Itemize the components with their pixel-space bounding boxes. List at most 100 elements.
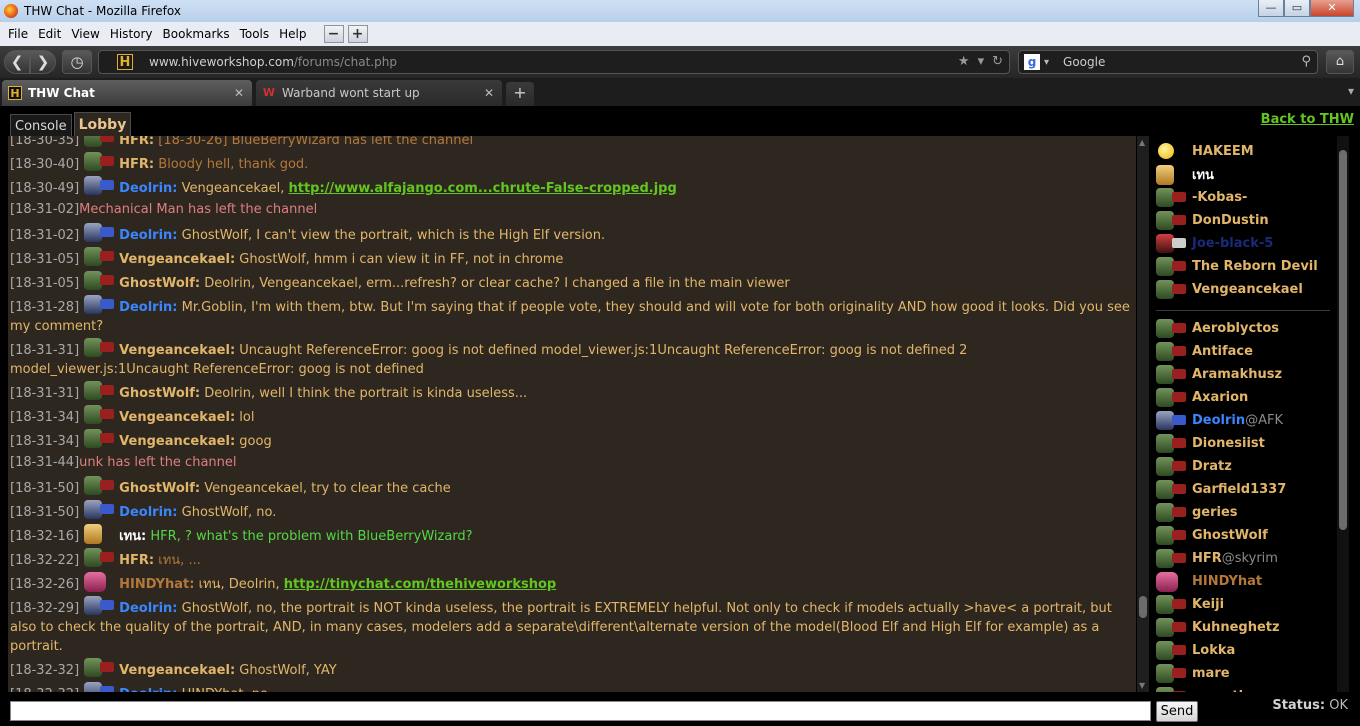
bookmark-star-icon[interactable]: ★ xyxy=(958,54,970,69)
message-username[interactable]: Vengeancekael: xyxy=(119,343,235,358)
chat-message-input[interactable] xyxy=(10,701,1151,721)
user-list-item[interactable]: HFR @skyrim xyxy=(1150,547,1336,570)
message-username[interactable]: เทน: xyxy=(119,529,146,544)
message-username[interactable]: HFR: xyxy=(119,553,154,568)
minimize-button[interactable]: — xyxy=(1258,0,1284,17)
user-list-item[interactable]: Keiji xyxy=(1150,593,1336,616)
orc-avatar-icon xyxy=(1154,525,1188,546)
message-timestamp: [18-32-16] xyxy=(10,529,80,544)
user-list-item[interactable]: Garfield1337 xyxy=(1150,478,1336,501)
user-list-item[interactable]: The Reborn Devil xyxy=(1150,255,1336,278)
forward-button[interactable]: ❯ xyxy=(30,50,56,74)
user-list-item[interactable]: เทน xyxy=(1150,163,1336,186)
user-list-item[interactable]: Deolrin @AFK xyxy=(1150,409,1336,432)
menu-help[interactable]: Help xyxy=(274,27,311,41)
search-icon[interactable]: ⚲ xyxy=(1301,54,1311,69)
menu-view[interactable]: View xyxy=(66,27,104,41)
url-text[interactable]: www.hiveworkshop.com/forums/chat.php xyxy=(149,55,397,69)
send-button[interactable]: Send xyxy=(1156,701,1198,722)
chat-scroll-thumb[interactable] xyxy=(1139,596,1147,618)
user-list-item[interactable]: DonDustin xyxy=(1150,209,1336,232)
user-list-item[interactable]: meneth xyxy=(1150,685,1336,692)
message-text: HFR, ? what's the problem with BlueBerry… xyxy=(150,529,473,544)
user-list-item[interactable]: Kuhneghetz xyxy=(1150,616,1336,639)
menu-bookmarks[interactable]: Bookmarks xyxy=(158,27,235,41)
menu-tools[interactable]: Tools xyxy=(235,27,275,41)
user-list-item[interactable]: Dionesiist xyxy=(1150,432,1336,455)
close-tab-icon[interactable]: ✕ xyxy=(484,86,494,100)
user-list-item[interactable]: Antiface xyxy=(1150,340,1336,363)
message-username[interactable]: HFR: xyxy=(119,136,154,148)
user-list-item[interactable]: geries xyxy=(1150,501,1336,524)
google-icon[interactable]: g xyxy=(1024,54,1040,70)
orc-avatar-icon xyxy=(1154,256,1188,277)
back-to-thw-link[interactable]: Back to THW xyxy=(1261,112,1354,127)
message-username[interactable]: Deolrin: xyxy=(119,228,177,243)
user-list-item[interactable]: -Kobas- xyxy=(1150,186,1336,209)
orc-avatar-icon xyxy=(82,658,116,678)
history-button[interactable]: ◷ xyxy=(62,50,92,74)
message-username[interactable]: Deolrin: xyxy=(119,687,177,692)
user-list-item[interactable]: Joe-black-5 xyxy=(1150,232,1336,255)
message-username[interactable]: HFR: xyxy=(119,157,154,172)
close-button[interactable]: ✕ xyxy=(1310,0,1354,17)
system-text: unk has left the channel xyxy=(79,455,237,470)
message-username[interactable]: Deolrin: xyxy=(119,505,177,520)
search-bar[interactable]: g ▾ Google ⚲ xyxy=(1018,50,1318,74)
zoom-in-button[interactable]: + xyxy=(347,25,368,43)
orc-avatar-icon xyxy=(1154,187,1188,208)
message-username[interactable]: HINDYhat: xyxy=(119,577,194,592)
zoom-out-button[interactable]: − xyxy=(323,25,344,43)
menu-file[interactable]: File xyxy=(3,27,33,41)
message-username[interactable]: GhostWolf: xyxy=(119,386,200,401)
url-bar[interactable]: H www.hiveworkshop.com/forums/chat.php ★… xyxy=(98,50,1010,74)
close-tab-icon[interactable]: ✕ xyxy=(234,86,244,100)
user-list-item[interactable]: Dratz xyxy=(1150,455,1336,478)
message-username[interactable]: GhostWolf: xyxy=(119,481,200,496)
search-engine-dropdown-icon[interactable]: ▾ xyxy=(1044,57,1049,68)
tab-thw-chat[interactable]: H THW Chat ✕ xyxy=(2,80,252,106)
user-list-item[interactable]: HAKEEM xyxy=(1150,140,1336,163)
list-all-tabs-icon[interactable]: ▾ xyxy=(1348,84,1354,98)
user-list-item[interactable]: Aeroblyctos xyxy=(1150,317,1336,340)
maximize-button[interactable]: ▭ xyxy=(1284,0,1310,17)
tab-lobby[interactable]: Lobby xyxy=(73,112,132,138)
chat-message: [18-31-31] Vengeancekael: Uncaught Refere… xyxy=(10,336,1136,379)
back-button[interactable]: ❮ xyxy=(4,50,30,74)
chat-scrollbar[interactable]: ▲ ▼ xyxy=(1137,136,1149,692)
message-username[interactable]: Vengeancekael: xyxy=(119,410,235,425)
user-list-scrollbar[interactable] xyxy=(1337,136,1349,692)
message-username[interactable]: Deolrin: xyxy=(119,181,177,196)
menu-edit[interactable]: Edit xyxy=(33,27,66,41)
message-timestamp: [18-31-02] xyxy=(10,228,80,243)
orc-avatar-icon xyxy=(82,381,116,401)
tab-warband[interactable]: W Warband wont start up ✕ xyxy=(256,80,502,106)
message-username[interactable]: Vengeancekael: xyxy=(119,252,235,267)
user-list-item[interactable]: HINDYhat xyxy=(1150,570,1336,593)
hive-favicon-icon: H xyxy=(8,86,22,100)
scroll-up-icon[interactable]: ▲ xyxy=(1139,138,1145,147)
user-list-item[interactable]: Aramakhusz xyxy=(1150,363,1336,386)
message-username[interactable]: Vengeancekael: xyxy=(119,434,235,449)
message-link[interactable]: http://tinychat.com/thehiveworkshop xyxy=(284,577,556,592)
user-list-scroll-thumb[interactable] xyxy=(1339,150,1347,530)
menu-history[interactable]: History xyxy=(105,27,158,41)
message-text: GhostWolf, YAY xyxy=(239,663,337,678)
home-button[interactable]: ⌂ xyxy=(1326,50,1354,74)
user-list-item[interactable]: mare xyxy=(1150,662,1336,685)
scroll-down-icon[interactable]: ▼ xyxy=(1139,681,1145,690)
reload-icon[interactable]: ↻ xyxy=(992,54,1003,69)
tab-console[interactable]: Console xyxy=(10,114,72,138)
chat-message: [18-32-32] Deolrin: HINDYhat, no. ._. xyxy=(10,680,1136,692)
dropdown-arrow-icon[interactable]: ▾ xyxy=(978,54,985,69)
message-username[interactable]: Deolrin: xyxy=(119,601,177,616)
user-list-item[interactable]: GhostWolf xyxy=(1150,524,1336,547)
user-list-item[interactable]: Lokka xyxy=(1150,639,1336,662)
new-tab-button[interactable]: + xyxy=(506,82,534,106)
message-username[interactable]: GhostWolf: xyxy=(119,276,200,291)
message-username[interactable]: Vengeancekael: xyxy=(119,663,235,678)
message-link[interactable]: http://www.alfajango.com...chrute-False-… xyxy=(289,181,677,196)
chat-page: Console Lobby Back to THW [18-30-35] HFR:… xyxy=(0,106,1360,726)
message-username[interactable]: Deolrin: xyxy=(119,300,177,315)
user-list-item[interactable]: Axarion xyxy=(1150,386,1336,409)
